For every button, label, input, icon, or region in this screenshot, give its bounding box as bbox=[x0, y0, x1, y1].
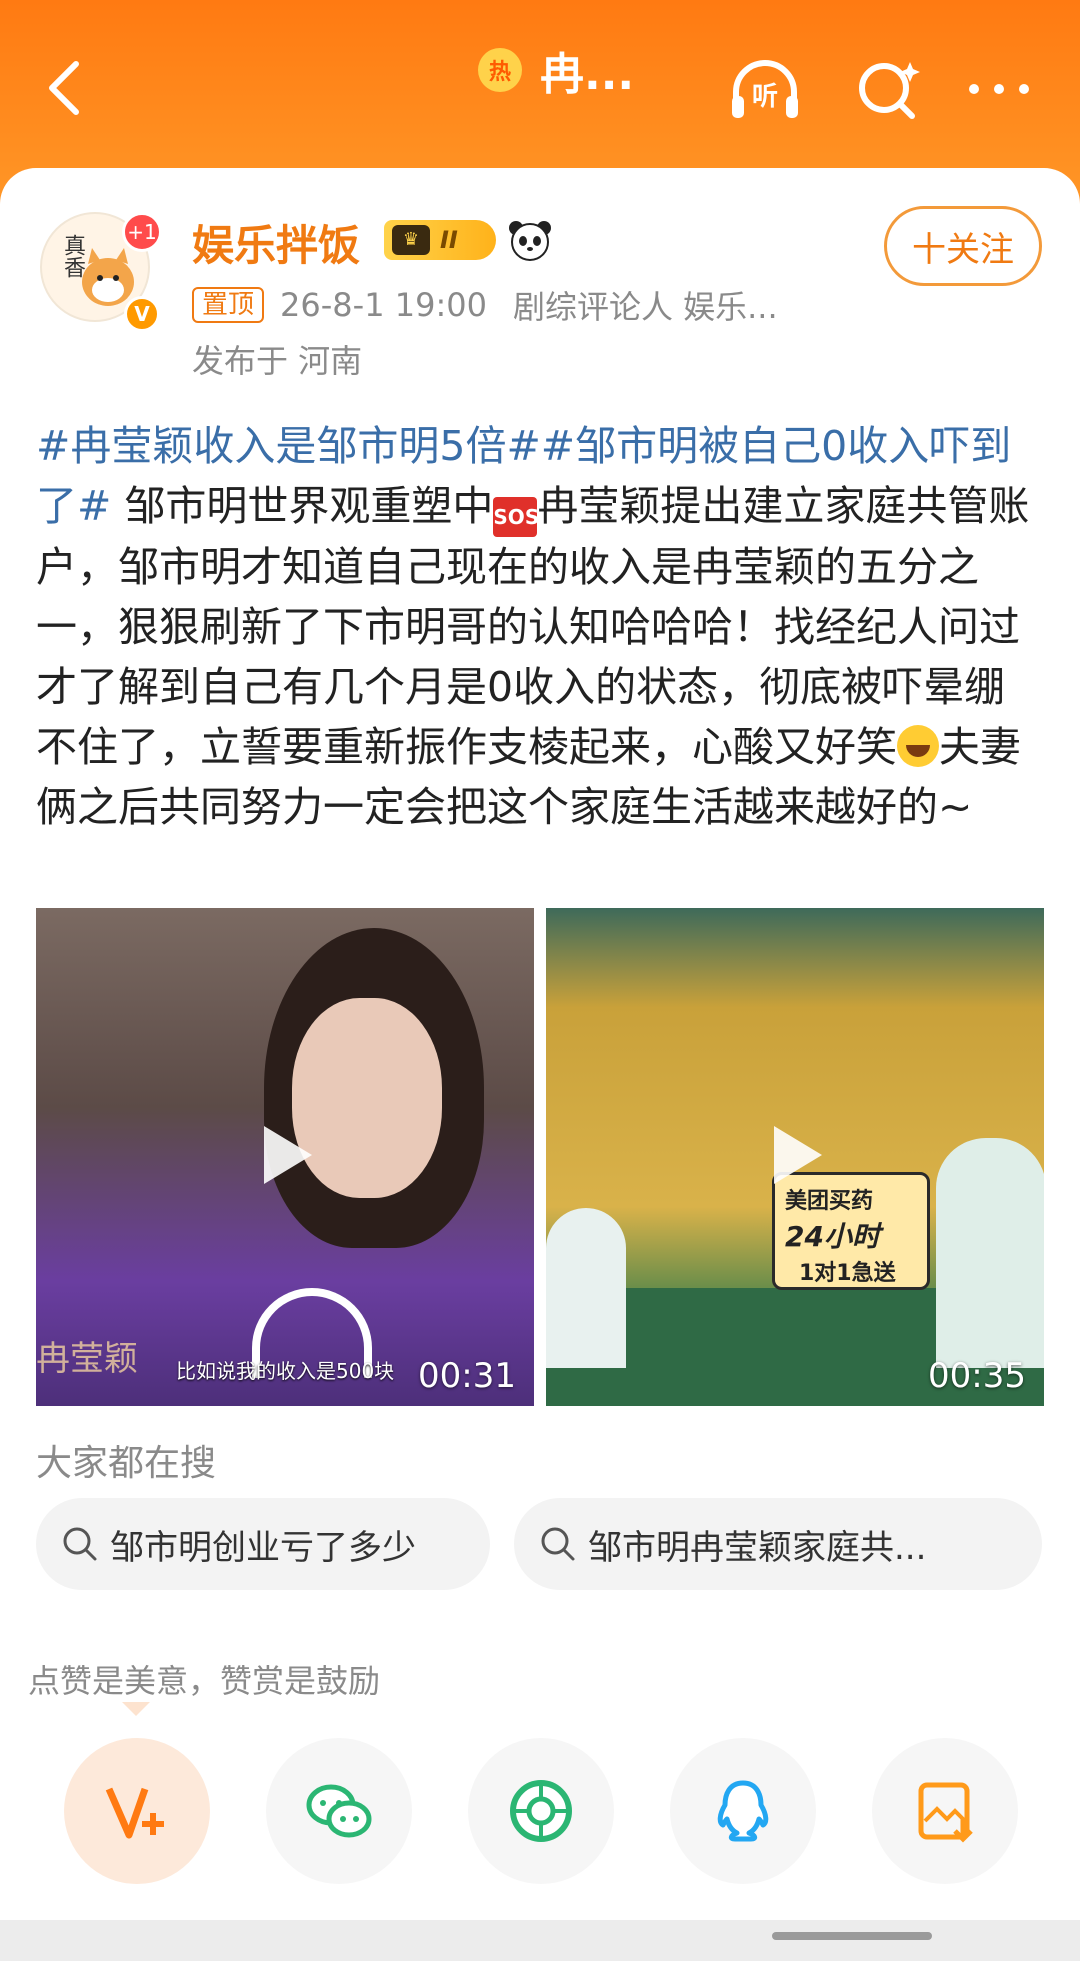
pointer-triangle bbox=[122, 1702, 150, 1716]
hot-icon: 热 bbox=[478, 48, 522, 92]
author-name[interactable]: 娱乐拌饭 bbox=[192, 212, 360, 273]
pinned-badge: 置顶 bbox=[192, 287, 265, 323]
hashtag-link[interactable]: #冉莹颖收入是邹市明5倍# bbox=[36, 422, 541, 470]
post-text-segment: 邹市明世界观重塑中 bbox=[111, 482, 494, 530]
system-nav-bar bbox=[0, 1920, 1080, 1961]
listen-label: 听 bbox=[751, 82, 778, 112]
post-card: 真香 +1 V 娱乐拌饭 ♛ II 十关注 置顶 26-8-1 19:00 剧综… bbox=[0, 168, 1080, 1961]
video-thumbnail-1[interactable]: 冉莹颖 比如说我的收入是500块 00:31 bbox=[36, 908, 534, 1406]
post-body: #冉莹颖收入是邹市明5倍##邹市明被自己0收入吓到了# 邹市明世界观重塑中SOS… bbox=[36, 416, 1046, 837]
search-suggestion-chip[interactable]: 邹市明创业亏了多少 bbox=[36, 1498, 490, 1590]
laughing-emoji-icon bbox=[897, 725, 939, 767]
video-person-right bbox=[936, 1138, 1044, 1368]
wechat-share-button[interactable] bbox=[266, 1738, 412, 1884]
v-plus-icon bbox=[105, 1787, 164, 1839]
follow-button[interactable]: 十关注 bbox=[884, 206, 1042, 286]
page-title: 冉... bbox=[540, 49, 635, 100]
post-time: 26-8-1 19:00 bbox=[280, 286, 487, 324]
rank-badge[interactable]: ♛ II bbox=[384, 220, 496, 260]
home-indicator[interactable] bbox=[772, 1932, 932, 1940]
moments-share-button[interactable] bbox=[468, 1738, 614, 1884]
v-plus-button[interactable] bbox=[64, 1738, 210, 1884]
post-meta: 置顶 26-8-1 19:00 剧综评论人 娱乐... bbox=[192, 282, 778, 328]
qq-icon bbox=[717, 1780, 769, 1842]
author-description: 剧综评论人 娱乐... bbox=[512, 288, 778, 326]
crown-icon: ♛ bbox=[392, 225, 430, 255]
video-duration: 00:35 bbox=[928, 1356, 1026, 1396]
moments-icon bbox=[510, 1780, 572, 1842]
search-suggestion-chip[interactable]: 邹市明冉莹颖家庭共... bbox=[514, 1498, 1042, 1590]
ad-line-3: 1对1急送 bbox=[799, 1261, 896, 1286]
video-thumbnail-2[interactable]: 美团买药 24小时 1对1急送 00:35 bbox=[546, 908, 1044, 1406]
listen-button[interactable]: 听 bbox=[728, 58, 802, 122]
avatar[interactable]: 真香 +1 V bbox=[40, 212, 162, 332]
wechat-icon bbox=[306, 1784, 372, 1838]
search-suggestion-text: 邹市明冉莹颖家庭共... bbox=[588, 1527, 927, 1568]
video-person-left bbox=[546, 1208, 626, 1368]
panda-icon[interactable] bbox=[506, 216, 554, 264]
ad-line-2: 24小时 bbox=[785, 1220, 880, 1253]
qq-share-button[interactable] bbox=[670, 1738, 816, 1884]
back-arrow-icon[interactable] bbox=[36, 58, 96, 118]
search-icon bbox=[541, 1527, 575, 1561]
sos-emoji-icon: SOS bbox=[493, 497, 539, 537]
rank-text: II bbox=[440, 226, 458, 254]
topic-title-group[interactable]: 热 冉... bbox=[478, 40, 634, 100]
notification-badge: +1 bbox=[122, 212, 162, 252]
play-icon[interactable] bbox=[250, 1120, 320, 1190]
video-subtitle: 比如说我的收入是500块 bbox=[176, 1359, 395, 1383]
search-icon bbox=[63, 1527, 97, 1561]
more-dots-icon[interactable] bbox=[964, 74, 1034, 104]
video-duration: 00:31 bbox=[418, 1356, 516, 1396]
search-section-title: 大家都在搜 bbox=[36, 1443, 217, 1484]
search-suggestion-text: 邹市明创业亏了多少 bbox=[110, 1527, 416, 1568]
save-image-button[interactable] bbox=[872, 1738, 1018, 1884]
save-image-icon bbox=[918, 1782, 973, 1843]
post-location: 发布于 河南 bbox=[192, 342, 363, 380]
reward-hint: 点赞是美意，赞赏是鼓励 bbox=[28, 1662, 381, 1700]
verified-badge: V bbox=[124, 296, 160, 332]
search-icon[interactable] bbox=[852, 58, 926, 122]
play-icon[interactable] bbox=[760, 1120, 830, 1190]
video-name-overlay: 冉莹颖 bbox=[36, 1339, 138, 1379]
